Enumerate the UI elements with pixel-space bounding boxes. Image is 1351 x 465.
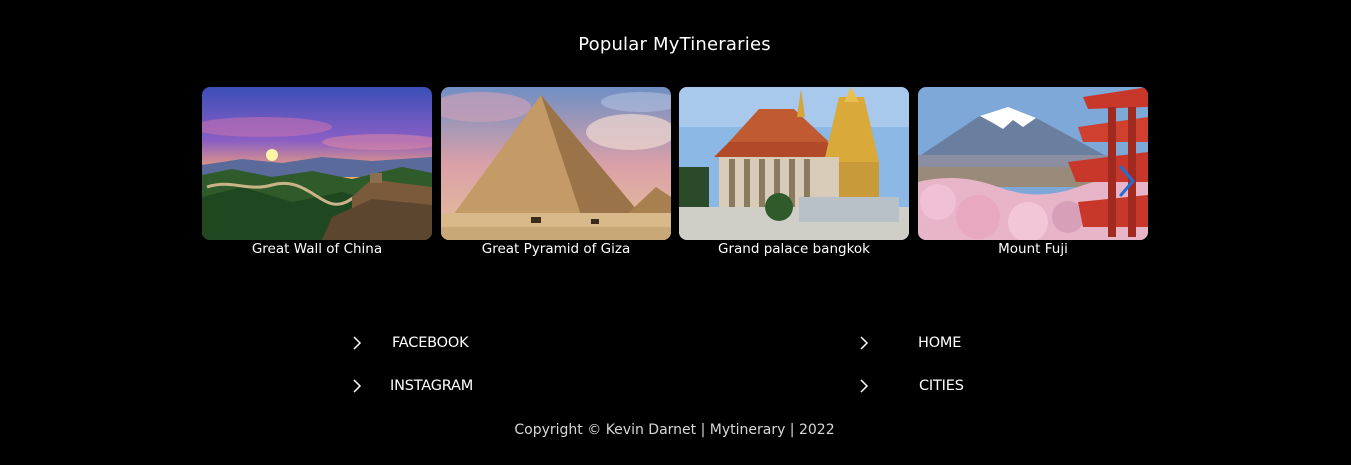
mount-fuji-photo[interactable]	[918, 87, 1148, 240]
itinerary-card-mount-fuji[interactable]: Mount Fuji	[918, 87, 1148, 257]
popular-section-title: Popular MyTineraries	[578, 34, 771, 55]
chevron-right-icon	[353, 379, 362, 393]
itinerary-carousel: Great Wall of China Great Pyramid of Giz…	[202, 87, 1148, 262]
card-caption: Mount Fuji	[998, 241, 1068, 257]
footer-link-label: FACEBOOK	[392, 335, 469, 351]
footer-link-facebook[interactable]: FACEBOOK	[352, 335, 469, 351]
itinerary-card-great-wall[interactable]: Great Wall of China	[202, 87, 432, 257]
pyramid-photo[interactable]	[441, 87, 671, 240]
page: Popular MyTineraries Great Wall of China…	[0, 0, 1351, 465]
footer-link-instagram[interactable]: INSTAGRAM	[352, 378, 473, 394]
copyright-text: Copyright © Kevin Darnet | Mytinerary | …	[514, 422, 835, 438]
footer-link-label: CITIES	[919, 378, 964, 394]
chevron-right-icon	[860, 336, 869, 350]
chevron-right-icon	[860, 379, 869, 393]
itinerary-card-grand-palace[interactable]: Grand palace bangkok	[679, 87, 909, 257]
great-wall-photo[interactable]	[202, 87, 432, 240]
itinerary-card-pyramid[interactable]: Great Pyramid of Giza	[441, 87, 671, 257]
footer-link-label: INSTAGRAM	[390, 378, 474, 394]
card-caption: Great Pyramid of Giza	[481, 241, 631, 257]
footer-link-label: HOME	[918, 335, 962, 351]
footer-link-cities[interactable]: CITIES	[859, 378, 964, 394]
chevron-right-icon	[1119, 165, 1135, 197]
grand-palace-photo[interactable]	[679, 87, 909, 240]
card-caption: Great Wall of China	[251, 241, 383, 257]
carousel-next-button[interactable]	[1116, 163, 1138, 199]
chevron-right-icon	[353, 336, 362, 350]
footer-link-home[interactable]: HOME	[859, 335, 961, 351]
card-caption: Grand palace bangkok	[718, 241, 870, 257]
